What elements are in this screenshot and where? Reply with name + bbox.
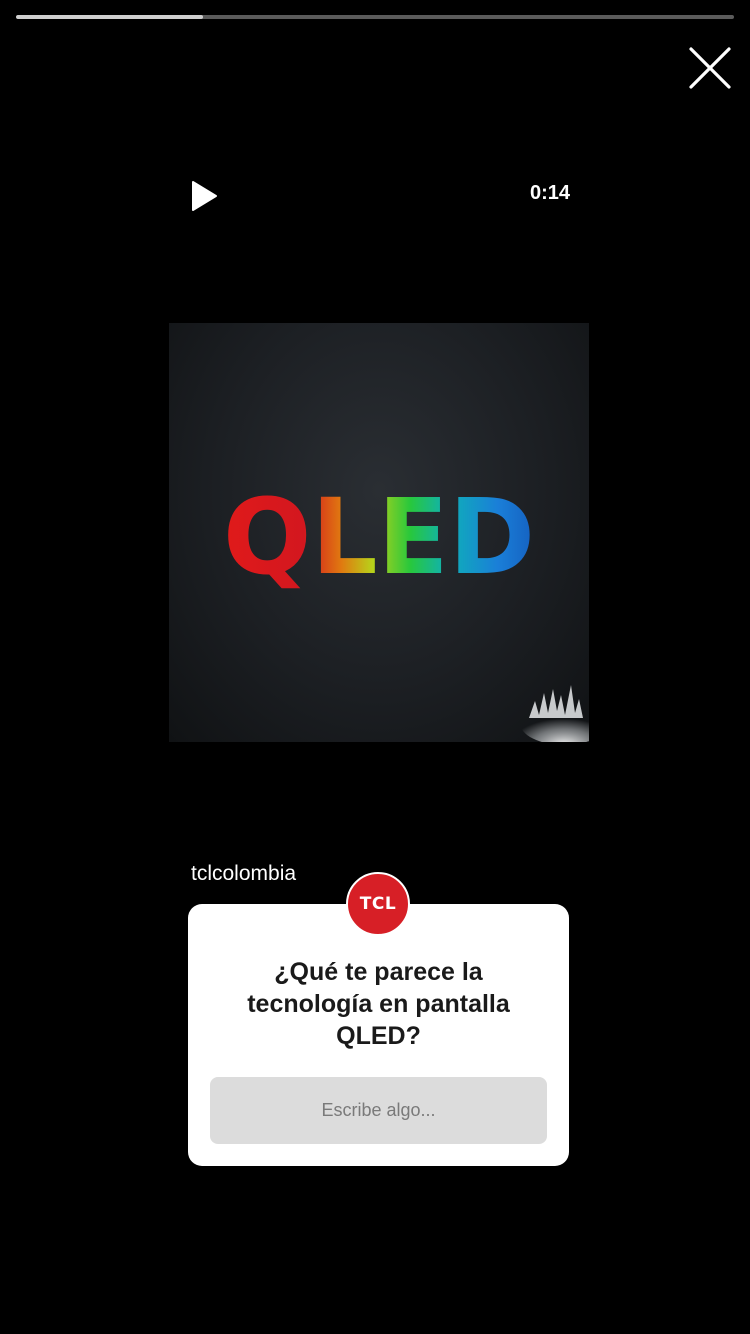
play-icon <box>192 181 217 211</box>
question-sticker: ¿Qué te parece la tecnología en pantalla… <box>188 904 569 1166</box>
close-button[interactable] <box>684 42 736 94</box>
story-username[interactable]: tclcolombia <box>191 862 296 886</box>
video-frame[interactable]: QLED <box>169 323 589 742</box>
qled-video-image: QLED <box>223 476 589 742</box>
avatar[interactable]: TCL <box>346 872 410 936</box>
play-button[interactable] <box>186 178 222 214</box>
avatar-logo-text: TCL <box>359 894 397 914</box>
story-progress-bar <box>16 15 734 19</box>
question-text: ¿Qué te parece la tecnología en pantalla… <box>247 958 510 1050</box>
story-progress-fill <box>16 15 203 19</box>
video-timer: 0:14 <box>529 182 570 204</box>
answer-input[interactable] <box>210 1077 547 1144</box>
qled-title: QLED <box>223 476 535 598</box>
close-icon <box>689 47 731 89</box>
